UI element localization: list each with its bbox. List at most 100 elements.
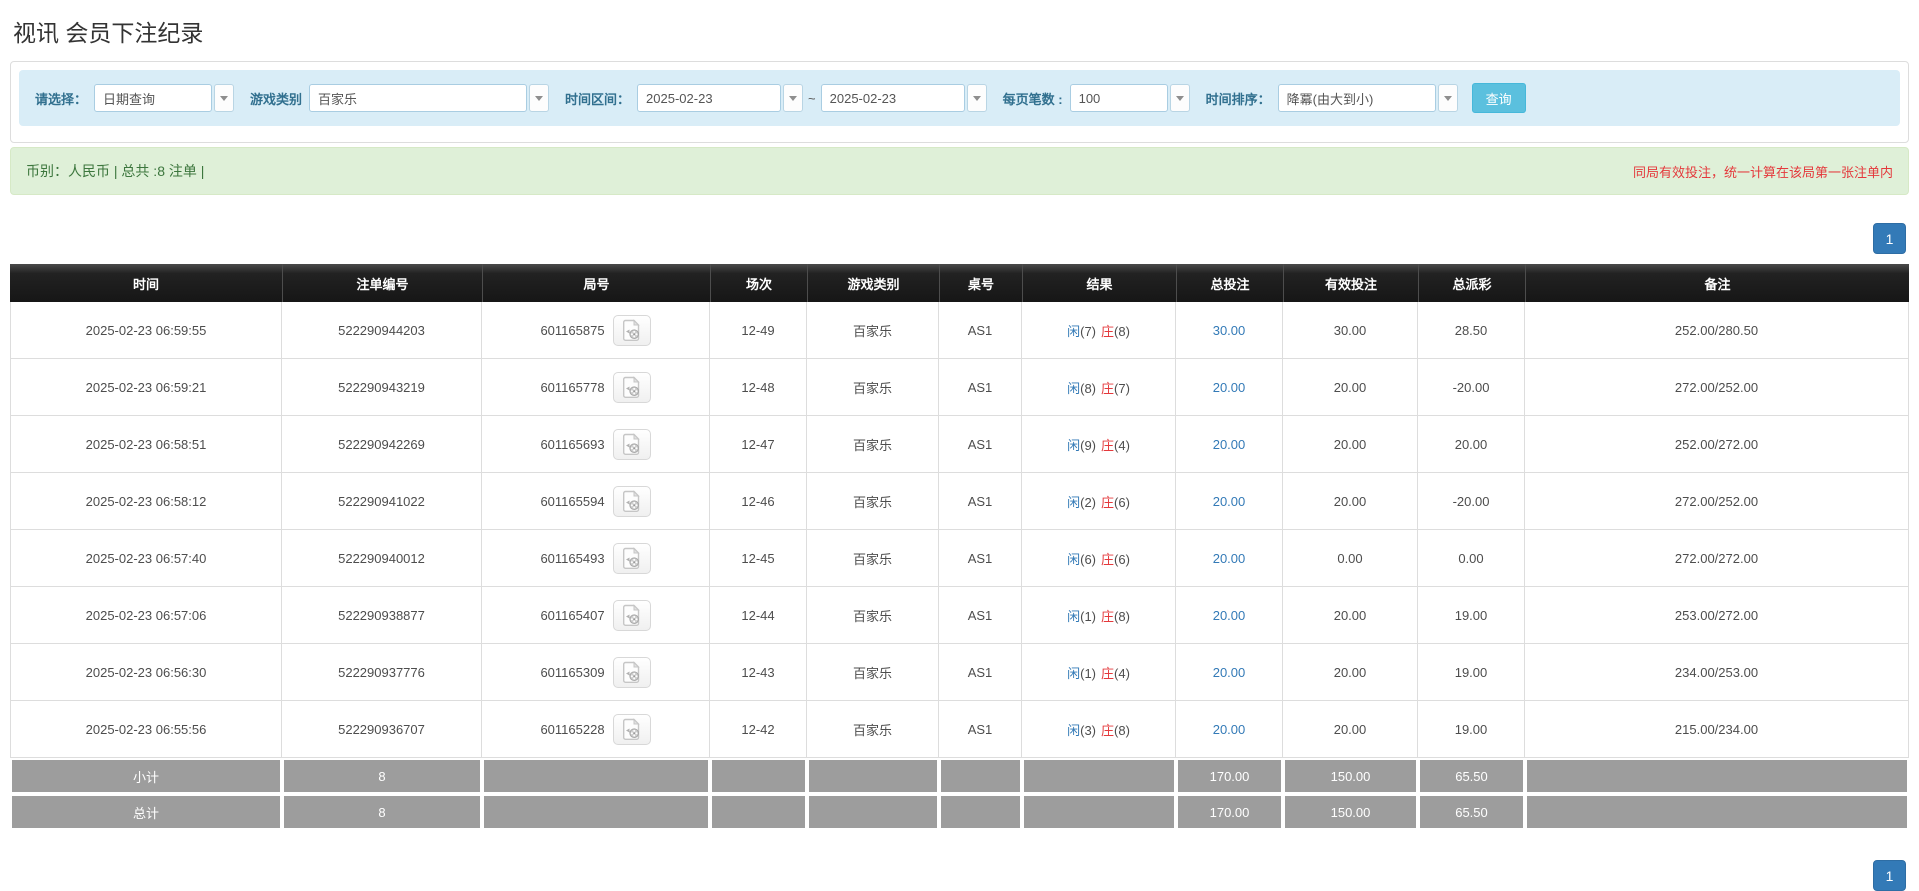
video-file-icon — [622, 547, 640, 569]
subtotal-label: 小计 — [10, 758, 282, 794]
game-type-cell: 百家乐 — [807, 530, 939, 587]
video-replay-button[interactable] — [612, 656, 651, 688]
total-bet-link[interactable]: 20.00 — [1213, 551, 1246, 566]
session-cell: 12-46 — [710, 473, 807, 530]
round-id-cell: 601165875 — [482, 302, 710, 359]
note-cell: 252.00/280.50 — [1525, 302, 1909, 359]
session-cell: 12-49 — [710, 302, 807, 359]
page-size-caret-button[interactable] — [1169, 84, 1190, 112]
query-type-combo — [94, 84, 235, 112]
total-bet-link[interactable]: 30.00 — [1213, 323, 1246, 338]
video-file-icon — [622, 718, 640, 740]
total-bet-cell: 20.00 — [1176, 359, 1283, 416]
query-type-caret-button[interactable] — [214, 84, 235, 112]
banker-result: 庄(7) — [1101, 380, 1130, 396]
payout-cell: 19.00 — [1418, 644, 1525, 701]
same-round-note-text: 同局有效投注，统一计算在该局第一张注单内 — [1632, 164, 1893, 180]
grand-total-total-bet: 170.00 — [1176, 794, 1283, 830]
game-type-cell: 百家乐 — [807, 473, 939, 530]
video-file-icon — [622, 604, 640, 626]
total-bet-link[interactable]: 20.00 — [1213, 437, 1246, 452]
result-cell: 闲(6) 庄(6) — [1022, 530, 1176, 587]
table-header: 时间 注单编号 局号 场次 游戏类别 桌号 结果 总投注 有效投注 总派彩 备注 — [10, 264, 1909, 302]
query-type-input[interactable] — [94, 84, 213, 112]
page-1-button[interactable]: 1 — [1873, 223, 1906, 254]
date-from-caret-button[interactable] — [783, 84, 804, 112]
col-header-time: 时间 — [10, 264, 282, 302]
result-cell: 闲(3) 庄(8) — [1022, 701, 1176, 758]
time-sort-caret-button[interactable] — [1437, 84, 1458, 112]
game-type-cell: 百家乐 — [807, 587, 939, 644]
result-cell: 闲(1) 庄(4) — [1022, 644, 1176, 701]
bet-id-cell: 522290937776 — [282, 644, 482, 701]
banker-result: 庄(8) — [1101, 722, 1130, 738]
video-replay-button[interactable] — [612, 428, 651, 460]
col-header-table-no: 桌号 — [939, 264, 1022, 302]
video-replay-button[interactable] — [612, 314, 651, 346]
total-bet-cell: 20.00 — [1176, 587, 1283, 644]
total-bet-cell: 20.00 — [1176, 473, 1283, 530]
grand-total-valid-bet: 150.00 — [1283, 794, 1418, 830]
total-bet-cell: 20.00 — [1176, 644, 1283, 701]
filter-panel: 请选择： 游戏类别 时间区间： ~ 每页笔数 : — [10, 61, 1909, 143]
note-cell: 272.00/252.00 — [1525, 473, 1909, 530]
player-result: 闲(7) — [1067, 323, 1096, 339]
player-result: 闲(1) — [1067, 665, 1096, 681]
time-cell: 2025-02-23 06:59:21 — [10, 359, 282, 416]
page-1-button[interactable]: 1 — [1873, 860, 1906, 891]
filter-bar: 请选择： 游戏类别 时间区间： ~ 每页笔数 : — [19, 70, 1900, 126]
time-cell: 2025-02-23 06:59:55 — [10, 302, 282, 359]
round-id-text: 601165778 — [540, 379, 605, 395]
video-replay-button[interactable] — [612, 713, 651, 745]
round-id-text: 601165228 — [540, 721, 605, 737]
game-type-caret-button[interactable] — [529, 84, 550, 112]
note-cell: 234.00/253.00 — [1525, 644, 1909, 701]
banker-result: 庄(6) — [1101, 494, 1130, 510]
time-sort-input[interactable] — [1277, 84, 1436, 112]
currency-total-text: 币别：人民币 | 总共 :8 注单 | — [26, 163, 205, 179]
total-bet-link[interactable]: 20.00 — [1213, 494, 1246, 509]
pagination-bottom: 1 — [10, 860, 1909, 891]
search-button[interactable]: 查询 — [1471, 83, 1526, 113]
game-type-label: 游戏类别 — [250, 91, 303, 107]
table-row: 2025-02-23 06:57:40 522290940012 6011654… — [10, 530, 1909, 587]
game-type-cell: 百家乐 — [807, 701, 939, 758]
payout-cell: 0.00 — [1418, 530, 1525, 587]
valid-bet-cell: 0.00 — [1283, 530, 1418, 587]
date-to-combo — [820, 84, 987, 112]
video-replay-button[interactable] — [612, 599, 651, 631]
note-cell: 253.00/272.00 — [1525, 587, 1909, 644]
result-cell: 闲(8) 庄(7) — [1022, 359, 1176, 416]
date-from-input[interactable] — [637, 84, 782, 112]
result-cell: 闲(1) 庄(8) — [1022, 587, 1176, 644]
page-size-input[interactable] — [1069, 84, 1168, 112]
round-id-text: 601165309 — [540, 664, 605, 680]
total-bet-link[interactable]: 20.00 — [1213, 380, 1246, 395]
date-to-caret-button[interactable] — [966, 84, 987, 112]
col-header-game-type: 游戏类别 — [807, 264, 939, 302]
round-id-cell: 601165493 — [482, 530, 710, 587]
video-replay-button[interactable] — [612, 485, 651, 517]
game-type-input[interactable] — [309, 84, 528, 112]
date-to-input[interactable] — [820, 84, 965, 112]
round-id-text: 601165493 — [540, 550, 605, 566]
game-type-cell: 百家乐 — [807, 359, 939, 416]
valid-bet-cell: 30.00 — [1283, 302, 1418, 359]
video-file-icon — [622, 319, 640, 341]
subtotal-row: 小计 8 170.00 150.00 65.50 — [10, 758, 1909, 794]
total-bet-link[interactable]: 20.00 — [1213, 722, 1246, 737]
summary-bar: 币别：人民币 | 总共 :8 注单 | 同局有效投注，统一计算在该局第一张注单内 — [10, 147, 1909, 195]
video-replay-button[interactable] — [612, 542, 651, 574]
table-no-cell: AS1 — [939, 701, 1022, 758]
total-bet-link[interactable]: 20.00 — [1213, 608, 1246, 623]
payout-cell: 19.00 — [1418, 701, 1525, 758]
player-result: 闲(8) — [1067, 380, 1096, 396]
total-bet-link[interactable]: 20.00 — [1213, 665, 1246, 680]
col-header-result: 结果 — [1022, 264, 1176, 302]
game-type-combo — [309, 84, 550, 112]
total-bet-cell: 20.00 — [1176, 530, 1283, 587]
bet-id-cell: 522290940012 — [282, 530, 482, 587]
subtotal-payout: 65.50 — [1418, 758, 1525, 794]
video-replay-button[interactable] — [612, 371, 651, 403]
result-cell: 闲(2) 庄(6) — [1022, 473, 1176, 530]
